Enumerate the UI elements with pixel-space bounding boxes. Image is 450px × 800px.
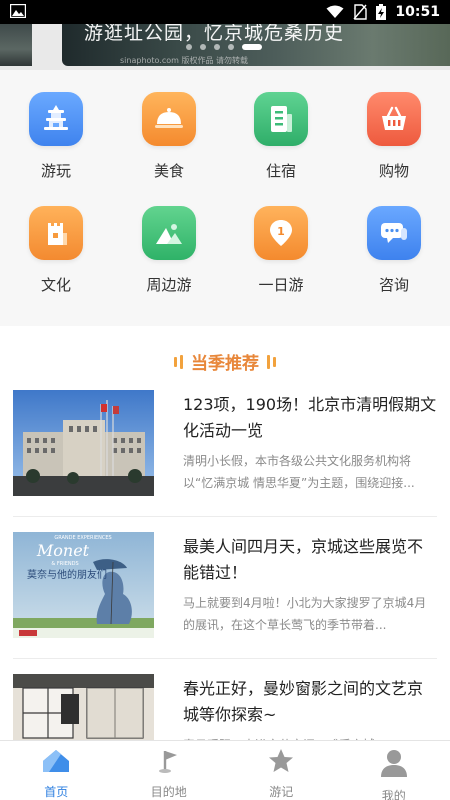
article-description: 马上就要到4月啦！小北为大家搜罗了京城4月的展讯，在这个草长莺飞的季节带着... [183, 596, 427, 632]
category-label: 住宿 [265, 162, 296, 180]
svg-text:1: 1 [277, 225, 285, 238]
divider [13, 516, 437, 517]
no-sim-icon [353, 4, 368, 20]
category-nearby-tour[interactable]: 周边游 [124, 206, 214, 295]
landscape-icon [142, 206, 196, 260]
article-title: 最美人间四月天，京城这些展览不能错过！ [183, 537, 424, 582]
tab-label: 首页 [44, 785, 69, 799]
battery-charging-icon [376, 4, 387, 20]
chat-bubble-icon [367, 206, 421, 260]
category-label: 文化 [40, 276, 71, 294]
food-cloche-icon [142, 92, 196, 146]
flag-pin-icon [156, 748, 182, 778]
category-food[interactable]: 美食 [124, 92, 214, 181]
category-label: 购物 [378, 162, 409, 180]
title-decoration-right [267, 354, 276, 369]
banner-carousel[interactable]: 游逛址公园，忆京城危桑历史 sinaphoto.com 版权作品 请勿转载 [0, 24, 450, 70]
tab-home[interactable]: 首页 [0, 741, 113, 800]
tab-label: 我的 [381, 789, 406, 800]
bottom-tab-bar: 首页 目的地 游记 我的 [0, 740, 450, 800]
article-card[interactable]: GRANDE EXPERIENCES Monet & FRIENDS 莫奈与他的… [13, 532, 437, 638]
title-decoration-left [174, 354, 183, 369]
category-day-trip[interactable]: 1 一日游 [236, 206, 326, 295]
tab-destination[interactable]: 目的地 [113, 741, 226, 800]
tab-label: 目的地 [150, 785, 187, 799]
category-play[interactable]: 游玩 [11, 92, 101, 181]
article-card[interactable]: 123项，190场！北京市清明假期文化活动一览 清明小长假，本市各级公共文化服务… [13, 390, 437, 496]
carousel-dot [228, 44, 234, 50]
divider [13, 658, 437, 659]
wifi-icon [326, 5, 344, 19]
article-title: 123项，190场！北京市清明假期文化活动一览 [183, 395, 437, 440]
category-consult[interactable]: 咨询 [349, 206, 439, 295]
article-title: 春光正好，曼妙窗影之间的文艺京城等你探索~ [183, 679, 424, 724]
thumb-text: Monet [36, 541, 90, 560]
home-icon [41, 748, 71, 778]
star-icon [268, 748, 294, 778]
article-thumbnail [13, 390, 154, 496]
user-icon [379, 748, 409, 782]
category-culture[interactable]: 文化 [11, 206, 101, 295]
thumb-text: 莫奈与他的朋友们 [27, 568, 107, 581]
banner-slide[interactable]: 游逛址公园，忆京城危桑历史 sinaphoto.com 版权作品 请勿转载 [62, 24, 450, 66]
status-bar: 10:51 [0, 0, 450, 24]
category-lodging[interactable]: 住宿 [236, 92, 326, 181]
pagoda-icon [29, 92, 83, 146]
tab-profile[interactable]: 我的 [338, 741, 450, 800]
thumb-text: & FRIENDS [51, 561, 78, 567]
shopping-basket-icon [367, 92, 421, 146]
status-time: 10:51 [395, 4, 440, 20]
category-label: 周边游 [146, 276, 192, 294]
section-heading: 当季推荐 [191, 354, 259, 374]
carousel-dot-active [242, 44, 262, 50]
day-marker-icon: 1 [254, 206, 308, 260]
section-title: 当季推荐 [0, 349, 450, 374]
category-label: 咨询 [378, 276, 409, 294]
category-grid: 游玩 美食 住宿 购物 文化 周边游 1 一日游 咨询 [0, 70, 450, 326]
article-description: 清明小长假，本市各级公共文化服务机构将以“忆满京城 情思华夏”为主题，围绕迎接.… [183, 454, 415, 490]
category-label: 美食 [153, 162, 184, 180]
great-wall-icon [29, 206, 83, 260]
category-label: 游玩 [40, 162, 71, 180]
image-icon [9, 3, 27, 22]
category-shopping[interactable]: 购物 [349, 92, 439, 181]
article-thumbnail: GRANDE EXPERIENCES Monet & FRIENDS 莫奈与他的… [13, 532, 154, 638]
banner-credit: sinaphoto.com 版权作品 请勿转载 [120, 56, 249, 65]
tab-label: 游记 [269, 785, 294, 799]
banner-prev-slide[interactable] [0, 24, 32, 66]
category-label: 一日游 [258, 276, 304, 294]
carousel-dot [214, 44, 220, 50]
hotel-building-icon [254, 92, 308, 146]
carousel-indicator [186, 44, 262, 50]
banner-title: 游逛址公园，忆京城危桑历史 [84, 24, 345, 44]
tab-travelogue[interactable]: 游记 [225, 741, 338, 800]
carousel-dot [186, 44, 192, 50]
carousel-dot [200, 44, 206, 50]
